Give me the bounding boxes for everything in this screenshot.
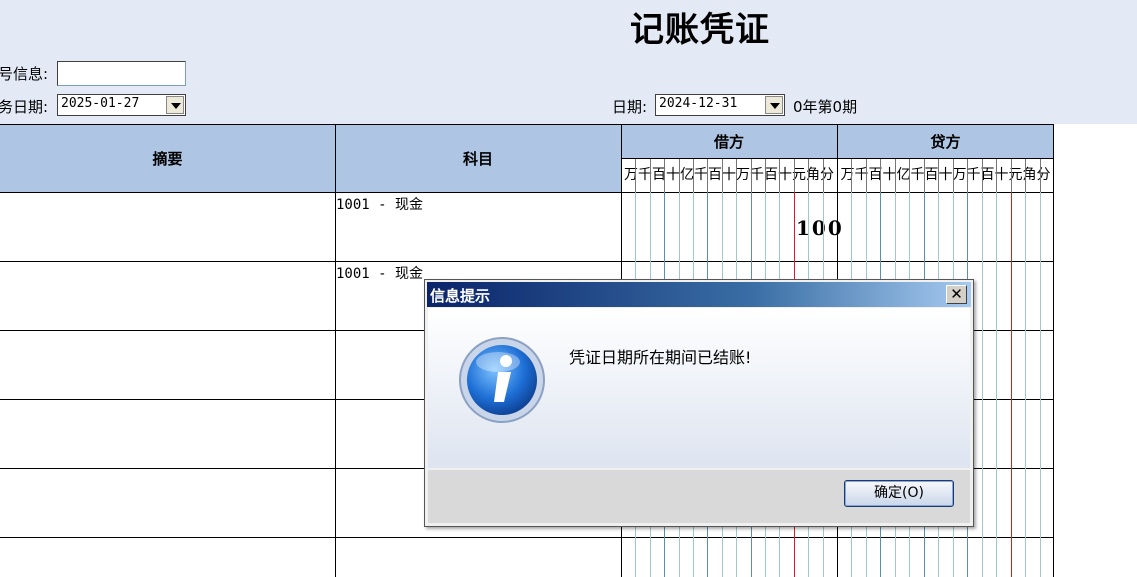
ok-button[interactable]: 确定(O) (844, 480, 954, 507)
voucher-window: 记账凭证 号信息: 务日期: 2025-01-27 日期: 2024-12-31… (0, 0, 1137, 577)
column-header-credit: 贷方 (837, 124, 1054, 159)
grid-vline (335, 124, 336, 577)
dialog-body: 凭证日期所在期间已结账! (428, 308, 970, 468)
grid-digit-head-line (808, 159, 809, 192)
grid-digit-head-line (635, 159, 636, 192)
grid-digit-head-line (722, 159, 723, 192)
page-title: 记账凭证 (630, 10, 770, 50)
grid-digit-head-line (880, 159, 881, 192)
grid-digit-head-line (693, 159, 694, 192)
period-text: 0年第0期 (793, 98, 858, 116)
info-icon (459, 337, 545, 423)
chevron-down-icon[interactable] (765, 96, 783, 114)
chevron-down-icon[interactable] (166, 96, 184, 114)
date-label: 日期: (612, 98, 648, 116)
grid-digit-head-line (679, 159, 680, 192)
grid-digit-head-line (794, 159, 795, 192)
grid-digit-head-line (823, 159, 824, 192)
grid-digit-line (1040, 192, 1041, 577)
date-value: 2024-12-31 (659, 96, 738, 111)
info-input[interactable] (57, 61, 186, 86)
grid-vline (1053, 124, 1054, 577)
biz-date-combo[interactable]: 2025-01-27 (57, 94, 186, 116)
grid-digit-head-line (924, 159, 925, 192)
grid-digit-line (982, 192, 983, 577)
dialog-message: 凭证日期所在期间已结账! (569, 348, 752, 367)
dialog-footer: 确定(O) (428, 470, 970, 523)
grid-digit-head-line (664, 159, 665, 192)
debit-digit-units: 万千百十亿千百十万千百十元角分 (624, 167, 834, 183)
biz-date-label: 务日期: (0, 98, 49, 116)
date-combo[interactable]: 2024-12-31 (655, 94, 785, 116)
info-dialog: 信息提示 ✕ 凭证日期所在期间已结账! 确定(O) (424, 279, 974, 527)
biz-date-value: 2025-01-27 (61, 96, 140, 111)
grid-digit-head-line (1025, 159, 1026, 192)
row-1-subject[interactable]: 1001 - 现金 (336, 194, 423, 214)
grid-hline (0, 124, 1054, 125)
grid-digit-line (1011, 192, 1012, 577)
grid-digit-head-line (967, 159, 968, 192)
dialog-titlebar[interactable]: 信息提示 ✕ (427, 282, 971, 307)
grid-digit-head-line (765, 159, 766, 192)
column-header-subject: 科目 (335, 124, 621, 192)
grid-digit-head-line (1040, 159, 1041, 192)
grid-digit-head-line (866, 159, 867, 192)
voucher-header: 记账凭证 号信息: 务日期: 2025-01-27 日期: 2024-12-31… (0, 0, 1137, 124)
info-label: 号信息: (0, 65, 49, 83)
grid-digit-head-line (736, 159, 737, 192)
grid-digit-head-line (779, 159, 780, 192)
grid-digit-head-line (938, 159, 939, 192)
grid-digit-head-line (982, 159, 983, 192)
column-header-summary: 摘要 (0, 124, 335, 192)
grid-digit-head-line (751, 159, 752, 192)
grid-digit-head-line (909, 159, 910, 192)
column-header-debit: 借方 (621, 124, 837, 159)
row-2-subject[interactable]: 1001 - 现金 (336, 263, 423, 283)
close-icon[interactable]: ✕ (946, 285, 967, 304)
grid-digit-head-line (953, 159, 954, 192)
grid-digit-head-line (851, 159, 852, 192)
dialog-title: 信息提示 (430, 287, 491, 305)
grid-digit-head-line (996, 159, 997, 192)
grid-digit-head-line (707, 159, 708, 192)
grid-digit-head-line (895, 159, 896, 192)
grid-digit-line (996, 192, 997, 577)
credit-digit-units: 万千百十亿千百十万千百十元角分 (840, 167, 1051, 183)
grid-digit-line (1025, 192, 1026, 577)
grid-digit-head-line (1011, 159, 1012, 192)
grid-digit-head-line (650, 159, 651, 192)
